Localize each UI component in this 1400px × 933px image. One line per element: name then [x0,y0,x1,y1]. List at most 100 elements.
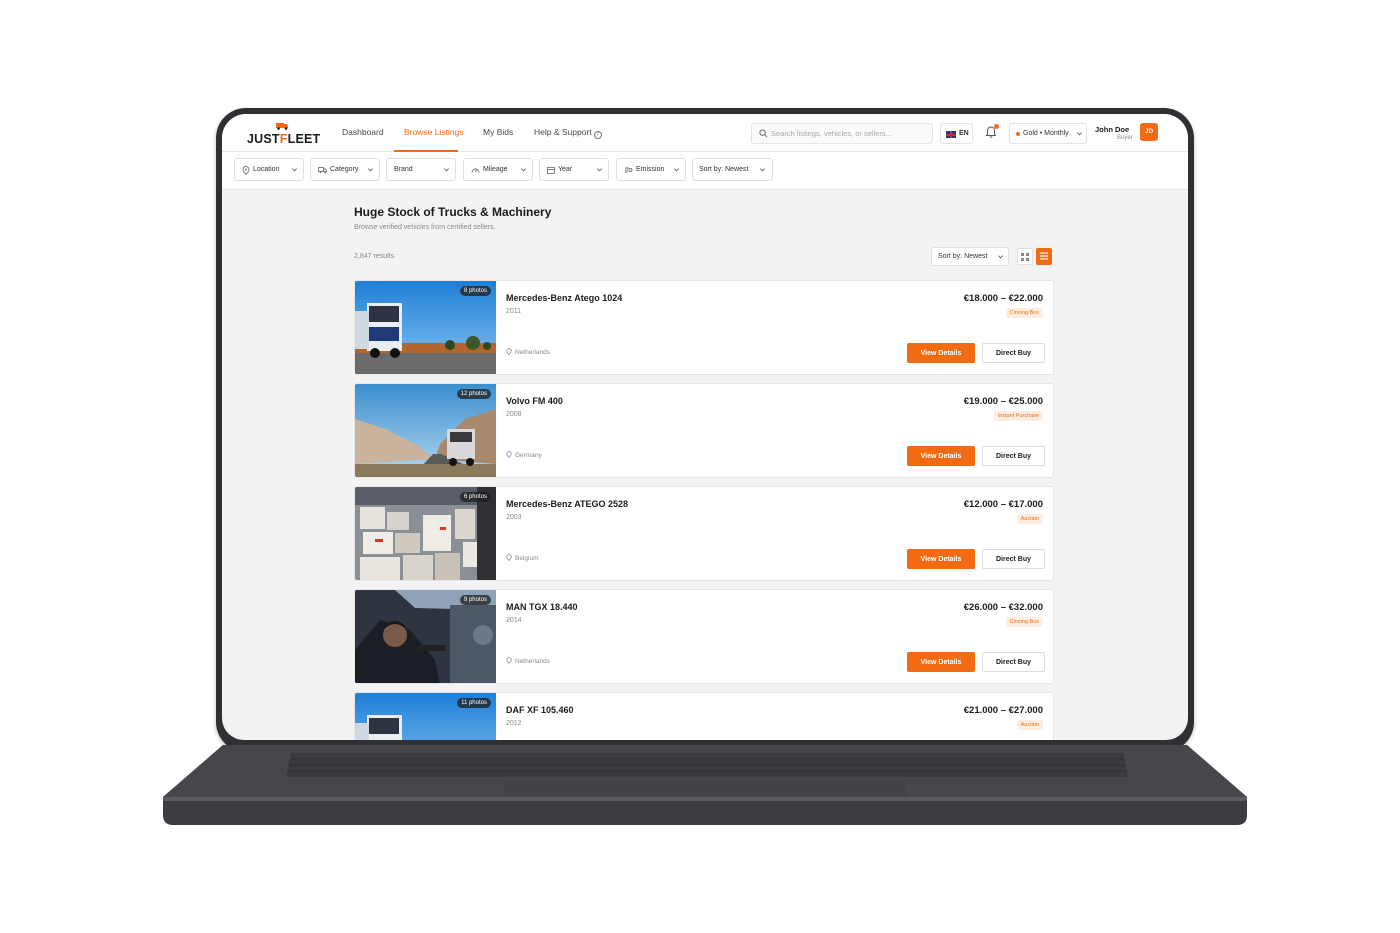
chevron-down-icon [674,168,679,172]
grid-icon [1021,253,1029,261]
chevron-down-icon [444,168,449,172]
list-icon [1040,252,1048,260]
filter-label: Mileage [483,166,508,173]
listing-price: €18.000 – €22.000 [963,293,1043,304]
photo-count-badge: 9 photos [459,595,491,605]
filter-sort[interactable]: Sort by: Newest [692,158,773,181]
listing-photo[interactable]: 9 photos [355,590,496,683]
listing-title[interactable]: Volvo FM 400 [506,396,563,406]
listing-tag: Closing Bos [1005,617,1043,627]
listing-title[interactable]: DAF XF 105.460 [506,705,574,715]
chevron-down-icon [1077,132,1082,136]
results-count: 2,847 results [354,253,395,260]
avatar[interactable]: JD [1140,123,1158,141]
sort-dropdown[interactable]: Sort by: Newest [931,247,1009,266]
user-role: Buyer [1117,135,1133,141]
filter-year[interactable]: Year [539,158,609,181]
listing-card: 11 photos DAF XF 105.460 2012 €21.000 – … [354,692,1054,740]
location-label: Belgium [515,555,539,562]
location-pin-icon [506,451,512,459]
direct-buy-button[interactable]: Direct Buy [982,343,1045,363]
location-pin-icon [242,166,250,175]
listing-price: €26.000 – €32.000 [963,602,1043,613]
nav-help-label: Help & Support [534,127,592,137]
listing-photo[interactable]: 12 photos [355,384,496,477]
listing-card: 8 photos Mercedes-Benz Atego 1024 2011 N… [354,280,1054,375]
direct-buy-button[interactable]: Direct Buy [982,652,1045,672]
listing-location: Netherlands [506,348,550,356]
listing-year: 2011 [506,308,522,315]
listing-title[interactable]: Mercedes-Benz Atego 1024 [506,293,622,303]
view-details-button[interactable]: View Details [907,652,975,672]
page-subtitle: Browse verified vehicles from certified … [354,224,496,231]
listing-photo[interactable]: 6 photos [355,487,496,580]
nav-dashboard[interactable]: Dashboard [342,127,384,137]
filter-bar: Location Category Brand Mileage Year Emi… [222,152,1188,190]
listing-year: 2008 [506,411,522,418]
listing-year: 2003 [506,514,522,521]
logo-truck-icon [276,123,288,130]
grid-view-button[interactable] [1017,248,1033,265]
photo-count-badge: 6 photos [459,492,491,502]
filter-category[interactable]: Category [310,158,380,181]
logo[interactable]: JUSTFLEET [247,120,321,148]
location-label: Netherlands [515,658,551,665]
listing-price: €19.000 – €25.000 [963,396,1043,407]
list-view-button[interactable] [1036,248,1052,265]
listing-photo[interactable]: 11 photos [355,693,496,740]
user-name: John Doe [1095,125,1130,134]
filter-emission[interactable]: Emission [616,158,686,181]
sort-label: Sort by: Newest [938,253,988,260]
nav-my-bids[interactable]: My Bids [483,127,513,137]
chevron-down-icon [521,168,526,172]
filter-label: Location [253,166,280,173]
listing-title[interactable]: Mercedes-Benz ATEGO 2528 [506,499,628,509]
listing-tag: Auction [1016,720,1043,730]
listing-year: 2012 [506,720,522,727]
listing-tag: Auction [1016,514,1043,524]
view-details-button[interactable]: View Details [907,343,975,363]
truck-icon [318,167,327,174]
search-box [751,123,933,144]
chevron-down-icon [368,168,373,172]
direct-buy-button[interactable]: Direct Buy [982,549,1045,569]
language-selector[interactable]: EN [940,123,973,144]
chevron-down-icon [292,168,297,172]
direct-buy-button[interactable]: Direct Buy [982,446,1045,466]
location-pin-icon [506,657,512,665]
filter-brand[interactable]: Brand [386,158,456,181]
filter-label: Brand [394,166,413,173]
view-details-button[interactable]: View Details [907,446,975,466]
calendar-icon [547,167,555,174]
listing-card: 9 photos MAN TGX 18.440 2014 Netherlands… [354,589,1054,684]
leaf-icon [625,167,633,173]
uk-flag-icon [946,131,956,138]
photo-count-badge: 11 photos [457,698,491,708]
location-pin-icon [506,554,512,562]
filter-label: Emission [636,166,665,173]
language-code: EN [959,130,969,137]
listing-price: €21.000 – €27.000 [963,705,1043,716]
location-label: Germany [515,452,542,459]
notification-dot [994,124,999,129]
gauge-icon [471,168,480,173]
page-title: Huge Stock of Trucks & Machinery [354,205,552,219]
listing-price: €12.000 – €17.000 [963,499,1043,510]
listing-photo[interactable]: 8 photos [355,281,496,374]
laptop-keyboard-base [163,745,1247,829]
view-details-button[interactable]: View Details [907,549,975,569]
nav-browse-listings[interactable]: Browse Listings [404,127,464,137]
search-input[interactable] [771,124,929,143]
listing-year: 2014 [506,617,522,624]
filter-mileage[interactable]: Mileage [463,158,533,181]
filter-location[interactable]: Location [234,158,304,181]
photo-count-badge: 12 photos [456,389,491,399]
listing-title[interactable]: MAN TGX 18.440 [506,602,578,612]
plan-label: Gold • Monthly [1023,130,1069,137]
nav-help-support[interactable]: Help & Support? [534,127,602,139]
top-navigation: JUSTFLEET Dashboard Browse Listings My B… [222,114,1188,152]
listing-card: 12 photos Volvo FM 400 2008 Germany €19.… [354,383,1054,478]
logo-text: JUSTFLEET [247,132,321,146]
plan-selector[interactable]: Gold • Monthly [1009,123,1087,144]
search-icon [759,129,768,138]
